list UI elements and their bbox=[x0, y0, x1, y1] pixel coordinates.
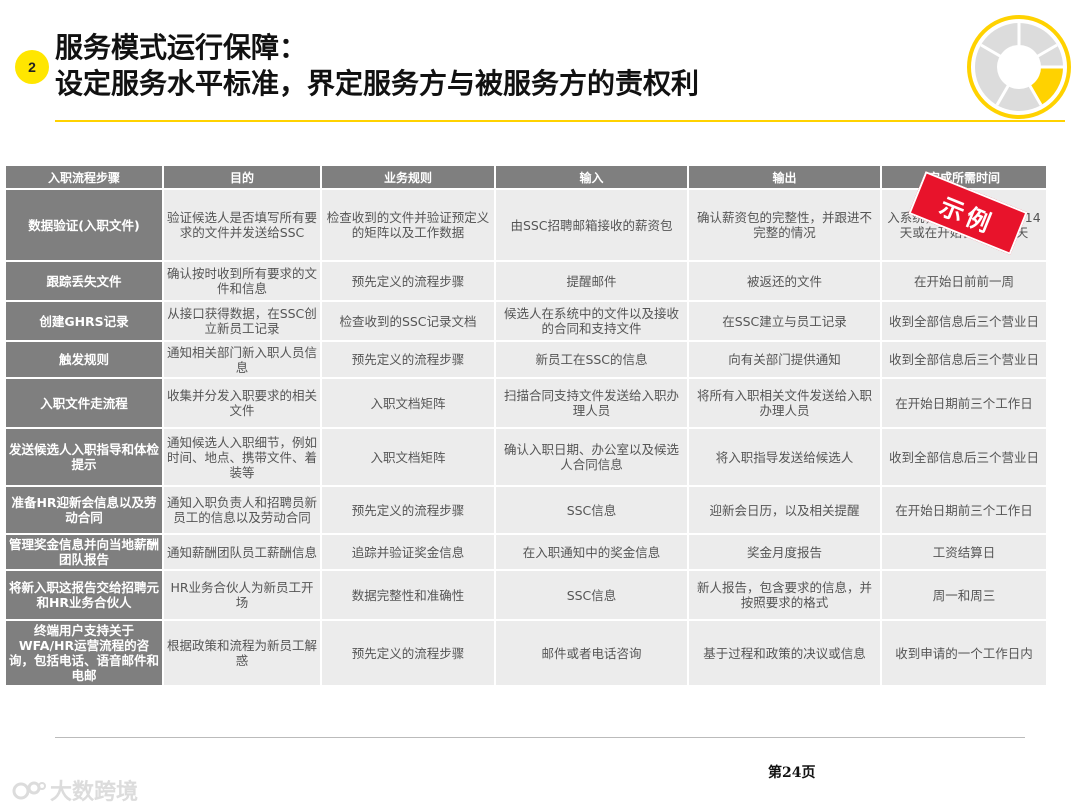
table-cell: HR业务合伙人为新员工开场 bbox=[164, 571, 320, 619]
table-row: 终端用户支持关于WFA/HR运营流程的咨询，包括电话、语音邮件和电邮 根据政策和… bbox=[6, 621, 1046, 685]
table-cell: 收到全部信息后三个营业日 bbox=[882, 342, 1046, 377]
table-row: 发送候选人入职指导和体检提示 通知候选人入职细节，例如时间、地点、携带文件、着装… bbox=[6, 429, 1046, 485]
column-header: 完成所需时间 bbox=[882, 166, 1046, 188]
table-cell: 验证候选人是否填写所有要求的文件并发送给SSC bbox=[164, 190, 320, 260]
table-cell: 预先定义的流程步骤 bbox=[322, 262, 494, 300]
table-cell: 确认薪资包的完整性，并跟进不完整的情况 bbox=[689, 190, 880, 260]
table-cell: 候选人在系统中的文件以及接收的合同和支持文件 bbox=[496, 302, 687, 340]
table-cell: 检查收到的文件并验证预定义的矩阵以及工作数据 bbox=[322, 190, 494, 260]
table-row: 准备HR迎新会信息以及劳动合同 通知入职负责人和招聘员新员工的信息以及劳动合同 … bbox=[6, 487, 1046, 533]
table-row: 数据验证(入职文件) 验证候选人是否填写所有要求的文件并发送给SSC 检查收到的… bbox=[6, 190, 1046, 260]
table-header-row: 入职流程步骤 目的 业务规则 输入 输出 完成所需时间 bbox=[6, 166, 1046, 188]
table-row: 触发规则 通知相关部门新入职人员信息 预先定义的流程步骤 新员工在SSC的信息 … bbox=[6, 342, 1046, 377]
table-cell: 确认入职日期、办公室以及候选人合同信息 bbox=[496, 429, 687, 485]
step-cell: 入职文件走流程 bbox=[6, 379, 162, 427]
step-cell: 数据验证(入职文件) bbox=[6, 190, 162, 260]
table-row: 入职文件走流程 收集并分发入职要求的相关文件 入职文档矩阵 扫描合同支持文件发送… bbox=[6, 379, 1046, 427]
step-cell: 跟踪丢失文件 bbox=[6, 262, 162, 300]
table-cell: SSC信息 bbox=[496, 571, 687, 619]
table-row: 将新入职这报告交给招聘元和HR业务合伙人 HR业务合伙人为新员工开场 数据完整性… bbox=[6, 571, 1046, 619]
watermark-text: 大数跨境 bbox=[50, 780, 139, 805]
column-header: 业务规则 bbox=[322, 166, 494, 188]
page-title: 服务模式运行保障： 设定服务水平标准，界定服务方与被服务方的责权利 bbox=[55, 30, 699, 102]
table-cell: 入职文档矩阵 bbox=[322, 429, 494, 485]
step-cell: 创建GHRS记录 bbox=[6, 302, 162, 340]
watermark-logo-icon bbox=[12, 781, 46, 800]
table-cell: 通知入职负责人和招聘员新员工的信息以及劳动合同 bbox=[164, 487, 320, 533]
table-cell: 在入职通知中的奖金信息 bbox=[496, 535, 687, 569]
table-cell: 入职文档矩阵 bbox=[322, 379, 494, 427]
table-cell: 数据完整性和准确性 bbox=[322, 571, 494, 619]
table-cell: 新人报告，包含要求的信息，并按照要求的格式 bbox=[689, 571, 880, 619]
table-cell: 将入职指导发送给候选人 bbox=[689, 429, 880, 485]
table-cell: 收到全部信息后三个营业日 bbox=[882, 429, 1046, 485]
table-cell: 通知相关部门新入职人员信息 bbox=[164, 342, 320, 377]
step-cell: 终端用户支持关于WFA/HR运营流程的咨询，包括电话、语音邮件和电邮 bbox=[6, 621, 162, 685]
table-cell: 在开始日前前一周 bbox=[882, 262, 1046, 300]
table-cell: 预先定义的流程步骤 bbox=[322, 342, 494, 377]
footer-divider bbox=[55, 737, 1025, 738]
column-header: 输入 bbox=[496, 166, 687, 188]
step-cell: 触发规则 bbox=[6, 342, 162, 377]
table-cell: 收集并分发入职要求的相关文件 bbox=[164, 379, 320, 427]
table-cell: 预先定义的流程步骤 bbox=[322, 487, 494, 533]
column-header: 输出 bbox=[689, 166, 880, 188]
section-number-badge: 2 bbox=[15, 50, 49, 84]
table-cell: 周一和周三 bbox=[882, 571, 1046, 619]
table-cell: 向有关部门提供通知 bbox=[689, 342, 880, 377]
ring-chart-logo-icon bbox=[967, 15, 1071, 119]
table-row: 跟踪丢失文件 确认按时收到所有要求的文件和信息 预先定义的流程步骤 提醒邮件 被… bbox=[6, 262, 1046, 300]
table-cell: 在开始日期前三个工作日 bbox=[882, 379, 1046, 427]
table-cell: 邮件或者电话咨询 bbox=[496, 621, 687, 685]
table-cell: 在开始日期前三个工作日 bbox=[882, 487, 1046, 533]
table-cell: 将所有入职相关文件发送给入职办理人员 bbox=[689, 379, 880, 427]
title-divider bbox=[55, 120, 1065, 122]
table-row: 管理奖金信息并向当地薪酬团队报告 通知薪酬团队员工薪酬信息 追踪并验证奖金信息 … bbox=[6, 535, 1046, 569]
table-cell: 确认按时收到所有要求的文件和信息 bbox=[164, 262, 320, 300]
table-cell: 从接口获得数据，在SSC创立新员工记录 bbox=[164, 302, 320, 340]
title-line-2: 设定服务水平标准，界定服务方与被服务方的责权利 bbox=[55, 67, 700, 100]
onboarding-process-table: 入职流程步骤 目的 业务规则 输入 输出 完成所需时间 数据验证(入职文件) 验… bbox=[4, 164, 1048, 687]
table-cell: 追踪并验证奖金信息 bbox=[322, 535, 494, 569]
table-cell: 预先定义的流程步骤 bbox=[322, 621, 494, 685]
table-cell: 通知薪酬团队员工薪酬信息 bbox=[164, 535, 320, 569]
table-cell: 新员工在SSC的信息 bbox=[496, 342, 687, 377]
table-cell: 提醒邮件 bbox=[496, 262, 687, 300]
watermark: 大数跨境 bbox=[12, 774, 138, 806]
table-cell: 收到申请的一个工作日内 bbox=[882, 621, 1046, 685]
step-cell: 将新入职这报告交给招聘元和HR业务合伙人 bbox=[6, 571, 162, 619]
table-cell: 通知候选人入职细节，例如时间、地点、携带文件、着装等 bbox=[164, 429, 320, 485]
table-cell: SSC信息 bbox=[496, 487, 687, 533]
table-cell: 检查收到的SSC记录文档 bbox=[322, 302, 494, 340]
table-cell: 工资结算日 bbox=[882, 535, 1046, 569]
table-cell: 被返还的文件 bbox=[689, 262, 880, 300]
step-cell: 管理奖金信息并向当地薪酬团队报告 bbox=[6, 535, 162, 569]
table-cell: 迎新会日历，以及相关提醒 bbox=[689, 487, 880, 533]
page-number: 第24页 bbox=[768, 765, 816, 781]
step-cell: 发送候选人入职指导和体检提示 bbox=[6, 429, 162, 485]
table-cell: 根据政策和流程为新员工解惑 bbox=[164, 621, 320, 685]
title-line-1: 服务模式运行保障： bbox=[55, 31, 308, 64]
table-cell: 收到全部信息后三个营业日 bbox=[882, 302, 1046, 340]
table-cell: 基于过程和政策的决议或信息 bbox=[689, 621, 880, 685]
table-row: 创建GHRS记录 从接口获得数据，在SSC创立新员工记录 检查收到的SSC记录文… bbox=[6, 302, 1046, 340]
column-header: 目的 bbox=[164, 166, 320, 188]
step-cell: 准备HR迎新会信息以及劳动合同 bbox=[6, 487, 162, 533]
column-header: 入职流程步骤 bbox=[6, 166, 162, 188]
table-cell: 扫描合同支持文件发送给入职办理人员 bbox=[496, 379, 687, 427]
table-cell: 由SSC招聘邮箱接收的薪资包 bbox=[496, 190, 687, 260]
table-cell: 在SSC建立与员工记录 bbox=[689, 302, 880, 340]
table-cell: 奖金月度报告 bbox=[689, 535, 880, 569]
